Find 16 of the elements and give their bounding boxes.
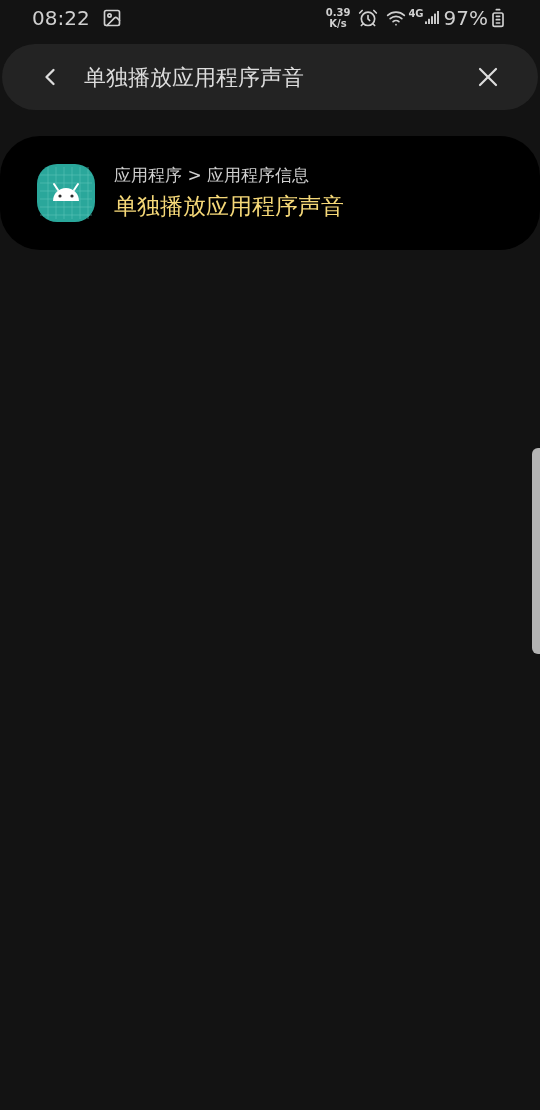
- android-app-icon: [36, 163, 96, 223]
- result-title: 单独播放应用程序声音: [114, 191, 344, 221]
- speed-unit: K/s: [329, 18, 347, 29]
- network-type: 4G: [408, 7, 424, 21]
- signal-icon: [423, 10, 440, 26]
- battery-percent: 97%: [443, 5, 488, 32]
- search-result[interactable]: 应用程序 > 应用程序信息 单独播放应用程序声音: [0, 136, 540, 250]
- network-speed: 0.39: [325, 7, 351, 18]
- clock-time: 08:22: [32, 5, 90, 32]
- image-icon: [101, 8, 122, 28]
- search-bar[interactable]: 单独播放应用程序声音: [2, 44, 538, 110]
- search-field[interactable]: 单独播放应用程序声音: [84, 60, 472, 94]
- wifi-icon: [386, 8, 407, 28]
- result-path: 应用程序 > 应用程序信息: [114, 164, 311, 187]
- alarm-icon: [358, 8, 379, 28]
- scrollbar-handle[interactable]: [532, 448, 540, 654]
